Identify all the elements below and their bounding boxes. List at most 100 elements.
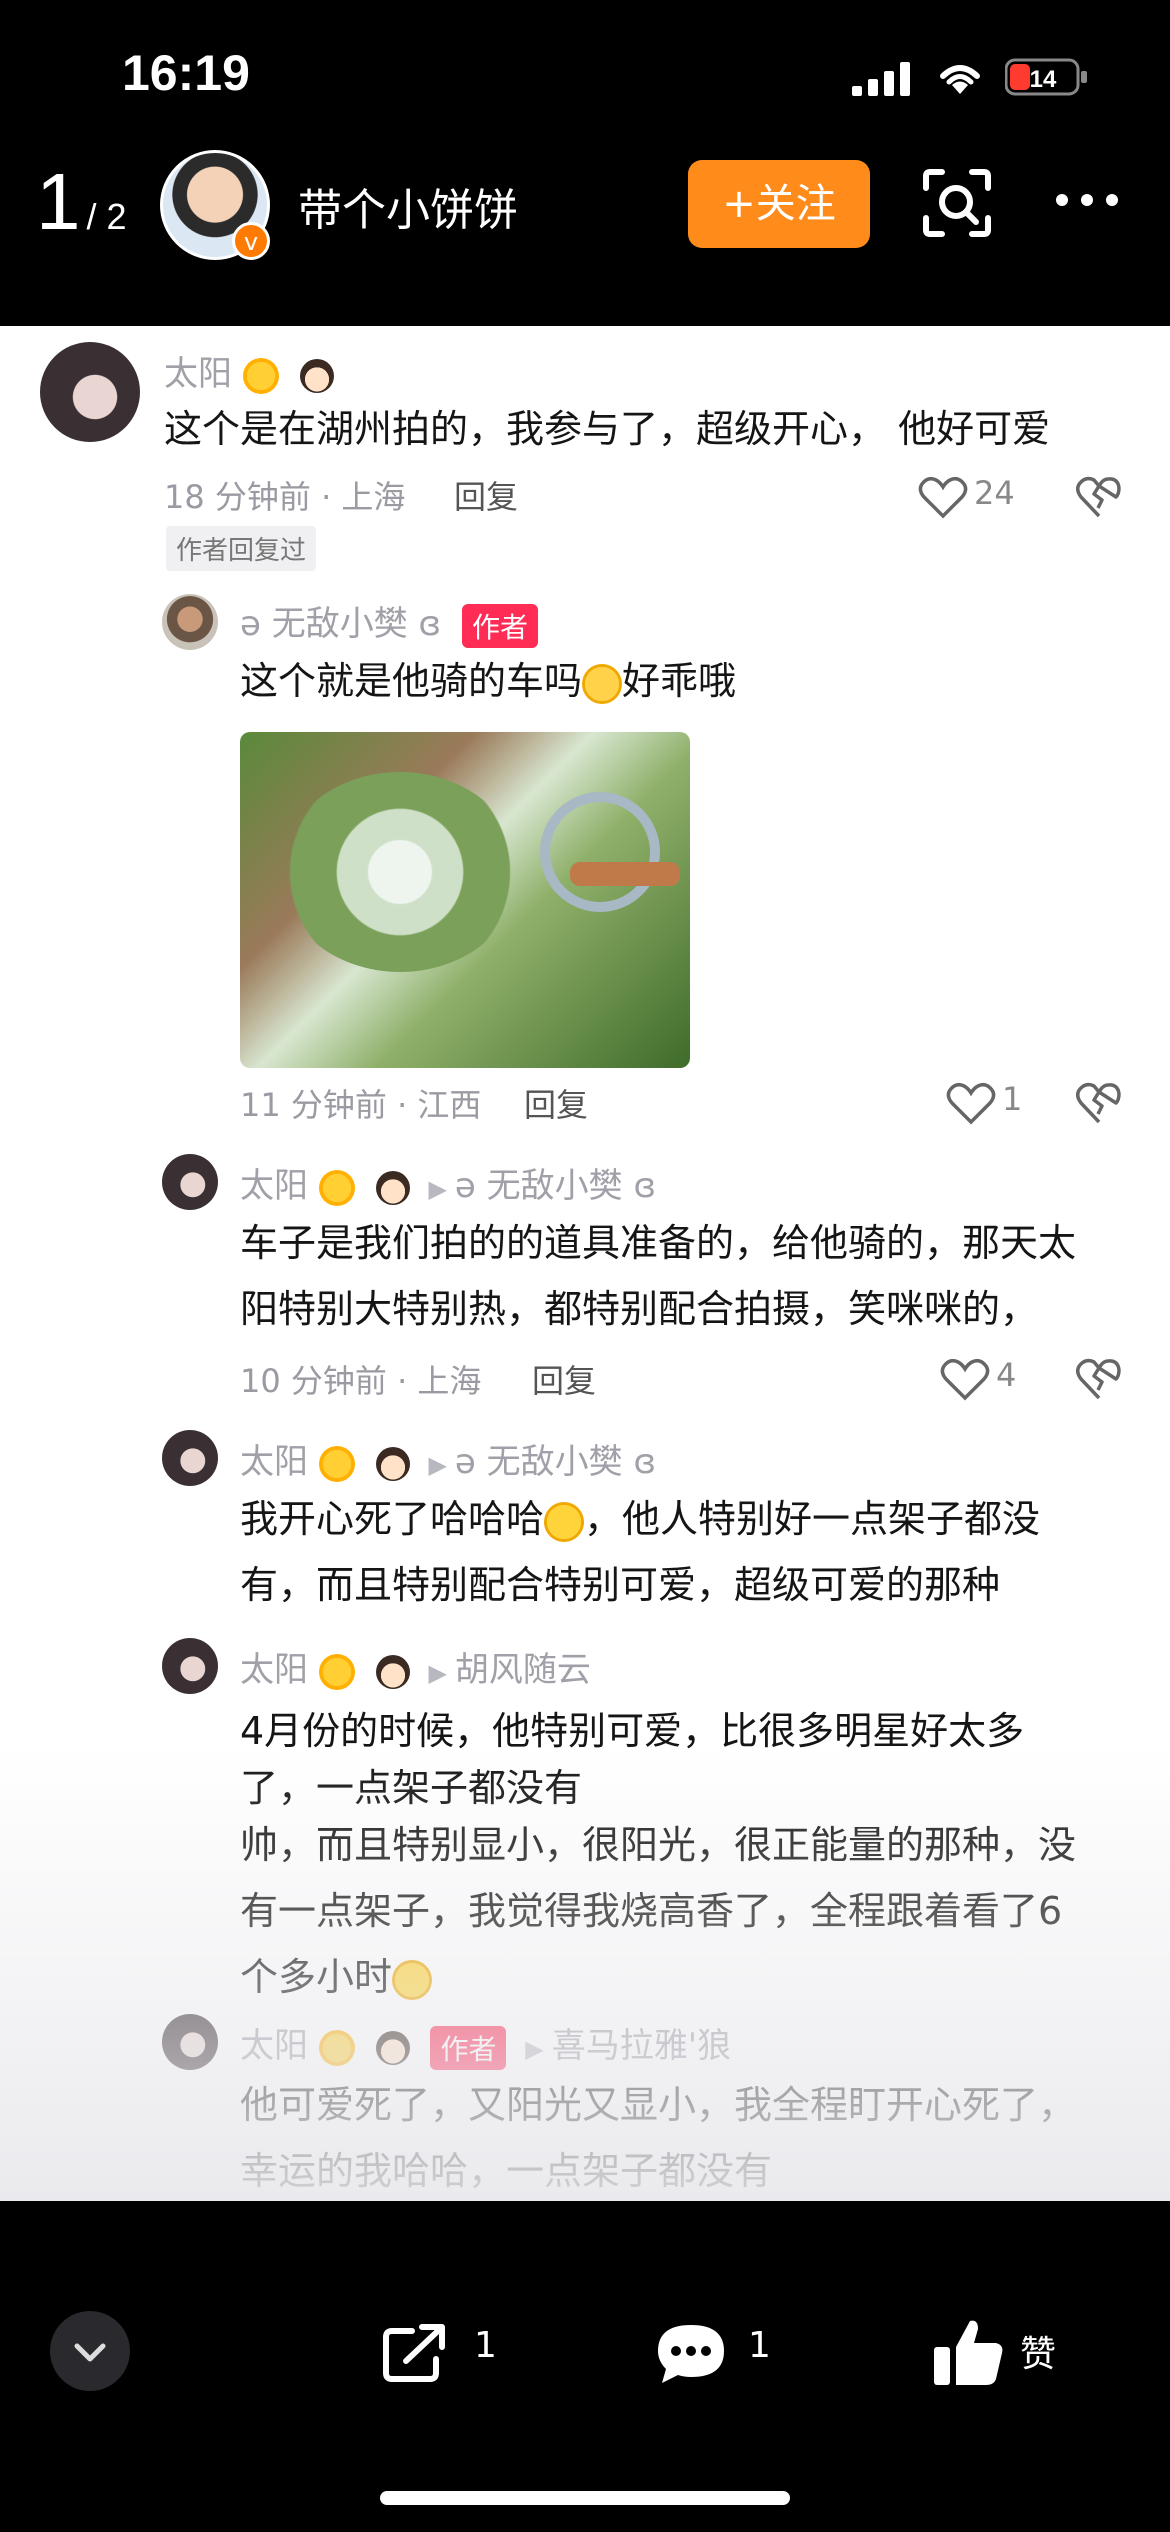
comment-line: 阳特别大特别热，都特别配合拍摄，笑咪咪的， [240,1287,1039,1331]
reply-to-name: 喜马拉雅'狼 [551,2026,732,2066]
commenter-nick[interactable]: 太阳 ▶ ə 无敌小樊 ɞ [240,1434,656,1483]
comment-text: 这个就是他骑的车吗 好乖哦 [240,648,1040,714]
sun-icon [318,1653,355,1690]
reply-to-name: ə 无敌小樊 ɞ [454,1442,657,1482]
author-name[interactable]: 带个小饼饼 [298,174,518,238]
commenter-avatar[interactable] [40,342,140,442]
reply-button[interactable]: 回复 [524,1080,588,1126]
comment-time-location: 11 分钟前 · 江西 [240,1086,482,1124]
nick-text: 太阳 [164,354,232,394]
status-bar: 16:19 14 [0,0,1170,140]
nick-text: 太阳 [240,2026,308,2066]
signal-icon [852,62,910,96]
comment-line: 有一点架子，我觉得我烧高香了，全程跟着看了6 [240,1889,1063,1933]
comment-line-part: 我开心死了哈哈哈 [240,1497,545,1541]
comment-text: 他可爱死了，又阳光又显小，我全程盯开心死了， 幸运的我哈哈，一点架子都没有 [240,2072,1140,2201]
bicycle-handle [570,862,680,886]
chevron-down-icon [74,2343,106,2362]
grinning-face-icon [392,1959,433,2000]
comments-panel[interactable]: 太阳 这个是在湖州拍的，我参与了，超级开心， 他好可爱 18 分钟前 · 上海 … [0,326,1170,2201]
bottom-action-bar: 1 1 赞 [0,2201,1170,2532]
like-count: 1 [1002,1080,1023,1118]
comment-icon[interactable] [654,2321,728,2387]
home-indicator[interactable] [380,2491,790,2505]
commenter-avatar[interactable] [162,1638,218,1694]
reply-arrow-icon: ▶ [525,2035,544,2063]
wifi-icon [940,65,980,94]
comment-line-part: ，他人特别好一点架子都没 [584,1497,1041,1541]
commenter-nick[interactable]: 太阳 ▶ 胡风随云 [240,1642,591,1691]
pleading-face-icon [582,663,623,704]
bicycle-wheel [540,792,660,912]
comment-line: 4月份的时候，他特别可爱，比很多明星好太多 [240,1709,1025,1753]
commenter-nick[interactable]: 太阳 [164,346,334,395]
comment-line: 他可爱死了，又阳光又显小，我全程盯开心死了， [240,2083,1077,2127]
reply-to-name: ə 无敌小樊 ɞ [454,1166,657,1206]
broken-heart-icon[interactable] [1076,474,1122,520]
page-total: / 2 [86,196,127,237]
commenter-avatar[interactable] [162,1430,218,1486]
like-label: 赞 [1020,2334,1057,2375]
author-replied-badge: 作者回复过 [166,526,317,571]
author-badge: 作者 [430,2025,507,2070]
verified-badge-icon: v [232,222,270,260]
comment-text: 我开心死了哈哈哈 ，他人特别好一点架子都没 有，而且特别配合特别可爱，超级可爱的那… [240,1486,1140,1618]
reply-arrow-icon: ▶ [428,1175,447,1203]
reply-button[interactable]: 回复 [532,1356,596,1402]
comment-line-part: 个多小时 [240,1955,393,1999]
collapse-button[interactable] [50,2311,130,2391]
commenter-avatar[interactable] [162,594,218,650]
commenter-nick[interactable]: 太阳 ▶ ə 无敌小樊 ɞ [240,1158,656,1207]
scan-icon[interactable] [922,168,992,238]
broken-heart-icon[interactable] [1076,1356,1122,1402]
princess-icon [375,1170,410,1205]
commenter-nick[interactable]: ə 无敌小樊 ɞ 作者 [240,596,538,648]
comment-time-location: 10 分钟前 · 上海 [240,1362,482,1400]
commenter-nick[interactable]: 太阳 作者 ▶ 喜马拉雅'狼 [240,2018,731,2070]
share-icon[interactable] [380,2321,454,2385]
comment-line: 个多小时 [240,1944,1140,2010]
commenter-avatar[interactable] [162,1154,218,1210]
broken-heart-icon[interactable] [1076,1080,1122,1126]
follow-button[interactable]: +关注 [688,160,870,248]
comment-line: 有，而且特别配合特别可爱，超级可爱的那种 [240,1563,1001,1607]
reply-arrow-icon: ▶ [428,1659,447,1687]
comment-photo[interactable] [240,732,690,1068]
sun-icon [318,2029,355,2066]
comment-count: 1 [748,2325,771,2366]
battery-icon: 14 [1005,58,1087,96]
comment-line: 车子是我们拍的的道具准备的，给他骑的，那天太 [240,1221,1077,1265]
nick-text: 太阳 [240,1442,308,1482]
comment-text-main: 这个就是他骑的车吗 [240,659,583,703]
nick-text: 太阳 [240,1650,308,1690]
author-badge: 作者 [461,603,538,648]
battery-level: 14 [1030,66,1057,93]
status-time: 16:19 [122,45,250,101]
share-count: 1 [474,2325,497,2366]
princess-icon [375,2030,410,2065]
heart-icon[interactable] [918,474,968,520]
grinning-face-icon [544,1501,585,1542]
comment-line: 幸运的我哈哈，一点架子都没有 [240,2149,773,2193]
commenter-avatar[interactable] [162,2014,218,2070]
comment-text: 4月份的时候，他特别可爱，比很多明星好太多 了，一点架子都没有 帅，而且特别显小… [240,1698,1140,2010]
comment-time-location: 18 分钟前 · 上海 [164,478,406,516]
page-indicator: 1/ 2 [36,156,127,248]
flower-bouquet [280,772,520,972]
reply-button[interactable]: 回复 [454,472,518,518]
thumbs-up-icon[interactable] [932,2317,1004,2387]
heart-icon[interactable] [946,1080,996,1126]
post-header: 1/ 2 v 带个小饼饼 +关注 [0,140,1170,326]
heart-icon[interactable] [940,1356,990,1402]
comment-text: 这个是在湖州拍的，我参与了，超级开心， 他好可爱 [164,407,1051,451]
sun-icon [318,1445,355,1482]
more-icon[interactable] [1052,180,1122,220]
princess-icon [375,1446,410,1481]
nick-text: 太阳 [240,1166,308,1206]
comment-text: 车子是我们拍的的道具准备的，给他骑的，那天太 阳特别大特别热，都特别配合拍摄，笑… [240,1210,1140,1342]
reply-to-name: 胡风随云 [454,1650,591,1690]
sun-icon [318,1169,355,1206]
comment-text-suffix: 好乖哦 [622,659,737,703]
reply-arrow-icon: ▶ [428,1451,447,1479]
comment-line: 我开心死了哈哈哈 ，他人特别好一点架子都没 [240,1486,1140,1552]
